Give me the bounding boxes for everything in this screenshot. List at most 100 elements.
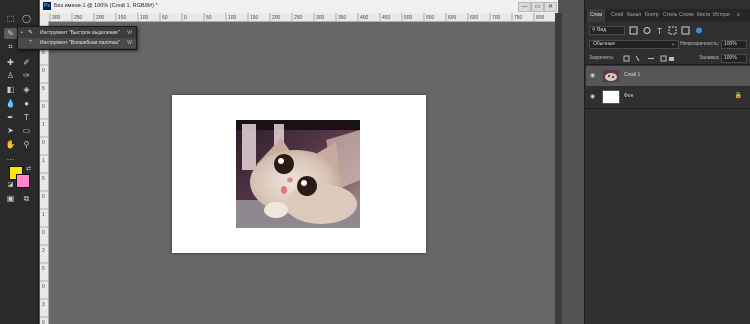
ruler-tick-label: 450	[382, 15, 391, 21]
zoom-tool-icon[interactable]: ⚲	[20, 139, 33, 150]
brush-tool-icon[interactable]: ✐	[20, 57, 33, 68]
ruler-tick-label: 1	[42, 212, 45, 218]
layer-filter-select[interactable]: ⚲ Вид	[589, 26, 625, 35]
vertical-ruler: 15050101501025030	[40, 21, 49, 324]
swap-colors-icon[interactable]: ⇄	[22, 164, 35, 175]
tab-layer[interactable]: Слой	[611, 9, 623, 22]
filter-smart-object-icon	[681, 26, 690, 35]
ruler-tick-label: 400	[360, 15, 369, 21]
clone-stamp-icon[interactable]: ♙	[4, 70, 17, 81]
layer-name: Фон	[624, 93, 634, 99]
marquee-tool-icon[interactable]: ⬚	[4, 13, 17, 24]
ruler-tick-label: 50	[206, 15, 212, 21]
visibility-eye-icon[interactable]: ◉	[590, 93, 595, 100]
divider	[585, 64, 750, 65]
ruler-tick-label: 0	[42, 230, 45, 236]
lock-label: Закрепить:	[589, 55, 615, 61]
opacity-field[interactable]: 100%	[721, 40, 747, 49]
screen-mode-icon[interactable]: ⧉	[20, 193, 33, 204]
quick-selection-icon: ✎	[28, 30, 34, 36]
paint-bucket-icon[interactable]: ◈	[20, 84, 33, 95]
cat-image	[236, 120, 360, 228]
layer-row-background[interactable]: ◉ Фон 🔒	[586, 87, 750, 107]
history-brush-icon[interactable]: ✑	[20, 70, 33, 81]
flyout-item-label: Инструмент "Волшебная палочка"	[40, 40, 120, 46]
visibility-eye-icon[interactable]: ◉	[590, 72, 595, 79]
crop-tool-icon[interactable]: ⌗	[4, 41, 17, 52]
ruler-tick-label: 50	[162, 15, 168, 21]
search-icon: ⚲	[592, 27, 596, 33]
lock-transparency-icon	[623, 55, 630, 62]
filter-pixel-icon	[629, 26, 638, 35]
lock-icons	[623, 55, 674, 62]
fill-field[interactable]: 100%	[721, 54, 747, 63]
cat-photo-layer[interactable]	[236, 120, 360, 228]
healing-brush-icon[interactable]: ✚	[4, 57, 17, 68]
tab-layer-comps[interactable]: Слоев	[679, 9, 694, 22]
ruler-tick-label: 150	[118, 15, 127, 21]
tab-brushes[interactable]: Кисти	[697, 9, 710, 22]
layer-row-layer1[interactable]: ◉ Слой 1	[586, 66, 750, 86]
lasso-tool-icon[interactable]: ◯	[20, 13, 33, 24]
ruler-tick-label: 600	[448, 15, 457, 21]
tab-channels[interactable]: Канал	[627, 9, 641, 22]
maximize-button[interactable]: ▭	[531, 2, 544, 12]
panel-gap	[562, 0, 584, 324]
ruler-tick-label: 300	[316, 15, 325, 21]
more-tools-icon[interactable]: …	[4, 152, 17, 163]
ruler-tick-label: 250	[294, 15, 303, 21]
type-tool-icon[interactable]: T	[20, 112, 33, 123]
ruler-tick-label: 150	[250, 15, 259, 21]
horizontal-ruler: 300 250 200 150 100 50 0 50 100 150 200 250 300 350 40…	[40, 13, 555, 22]
ruler-tick-label: 800	[536, 15, 545, 21]
panel-menu-icon[interactable]: ≡	[737, 9, 740, 22]
tab-layers[interactable]: Слои	[587, 9, 606, 22]
blend-mode-select[interactable]: Обычные ⌄	[589, 40, 679, 49]
chevron-down-icon: ⌄	[670, 41, 675, 47]
quick-selection-tool-icon[interactable]: ✎	[4, 28, 17, 39]
lock-artboard-icon	[660, 55, 667, 62]
eraser-tool-icon[interactable]: ◧	[4, 84, 17, 95]
close-button[interactable]: ✕	[544, 2, 557, 12]
photoshop-logo-icon: Ps	[43, 2, 51, 10]
blend-mode-value: Обычные	[593, 41, 616, 47]
fill-label: Заливка:	[699, 55, 720, 61]
ruler-tick-label: 200	[272, 15, 281, 21]
filter-shape-icon	[668, 26, 677, 35]
ruler-tick-label: 750	[514, 15, 523, 21]
opacity-label: Непрозрачность:	[680, 41, 720, 47]
ruler-tick-label: 650	[470, 15, 479, 21]
shortcut-key: W	[127, 40, 132, 46]
tab-styles[interactable]: Стиль	[663, 9, 677, 22]
ruler-tick-label: 200	[96, 15, 105, 21]
path-selection-icon[interactable]: ➤	[4, 125, 17, 136]
ruler-tick-label: 0	[42, 68, 45, 74]
layer-name: Слой 1	[624, 72, 641, 78]
fill-value: 100%	[724, 55, 737, 61]
tab-history[interactable]: Истори	[713, 9, 730, 22]
ruler-tick-label: 350	[338, 15, 347, 21]
flyout-item-quick-selection[interactable]: • ✎ Инструмент "Быстрое выделение" W	[18, 28, 136, 38]
tab-contours[interactable]: Контр	[645, 9, 659, 22]
lock-all-icon	[669, 57, 674, 61]
vertical-scrollbar[interactable]	[555, 13, 562, 324]
pen-tool-icon[interactable]: ✒	[4, 112, 17, 123]
background-color-swatch[interactable]	[16, 174, 30, 188]
blur-tool-icon[interactable]: 💧	[4, 98, 17, 109]
rectangle-tool-icon[interactable]: ▭	[20, 125, 33, 136]
quick-mask-icon[interactable]: ▣	[4, 193, 17, 204]
ruler-tick-label: 500	[404, 15, 413, 21]
flyout-item-magic-wand[interactable]: ⚚ Инструмент "Волшебная палочка" W	[18, 38, 136, 48]
minimize-button[interactable]: —	[518, 2, 531, 12]
tool-flyout-menu: • ✎ Инструмент "Быстрое выделение" W ⚚ И…	[17, 26, 137, 50]
dodge-tool-icon[interactable]: ●	[20, 98, 33, 109]
hand-tool-icon[interactable]: ✋	[4, 139, 17, 150]
ruler-tick-label: 5	[42, 86, 45, 92]
ruler-tick-label: 1	[42, 158, 45, 164]
filter-icons: T	[629, 26, 702, 35]
default-colors-icon[interactable]: ◪	[4, 180, 17, 191]
ruler-tick-label: 0	[42, 284, 45, 290]
lock-icon: 🔒	[734, 93, 742, 99]
document-tab[interactable]: Ps Без имени-1 @ 100% (Слой 1, RGB/8#) *…	[40, 0, 558, 14]
filter-adjustment-icon	[643, 27, 651, 34]
